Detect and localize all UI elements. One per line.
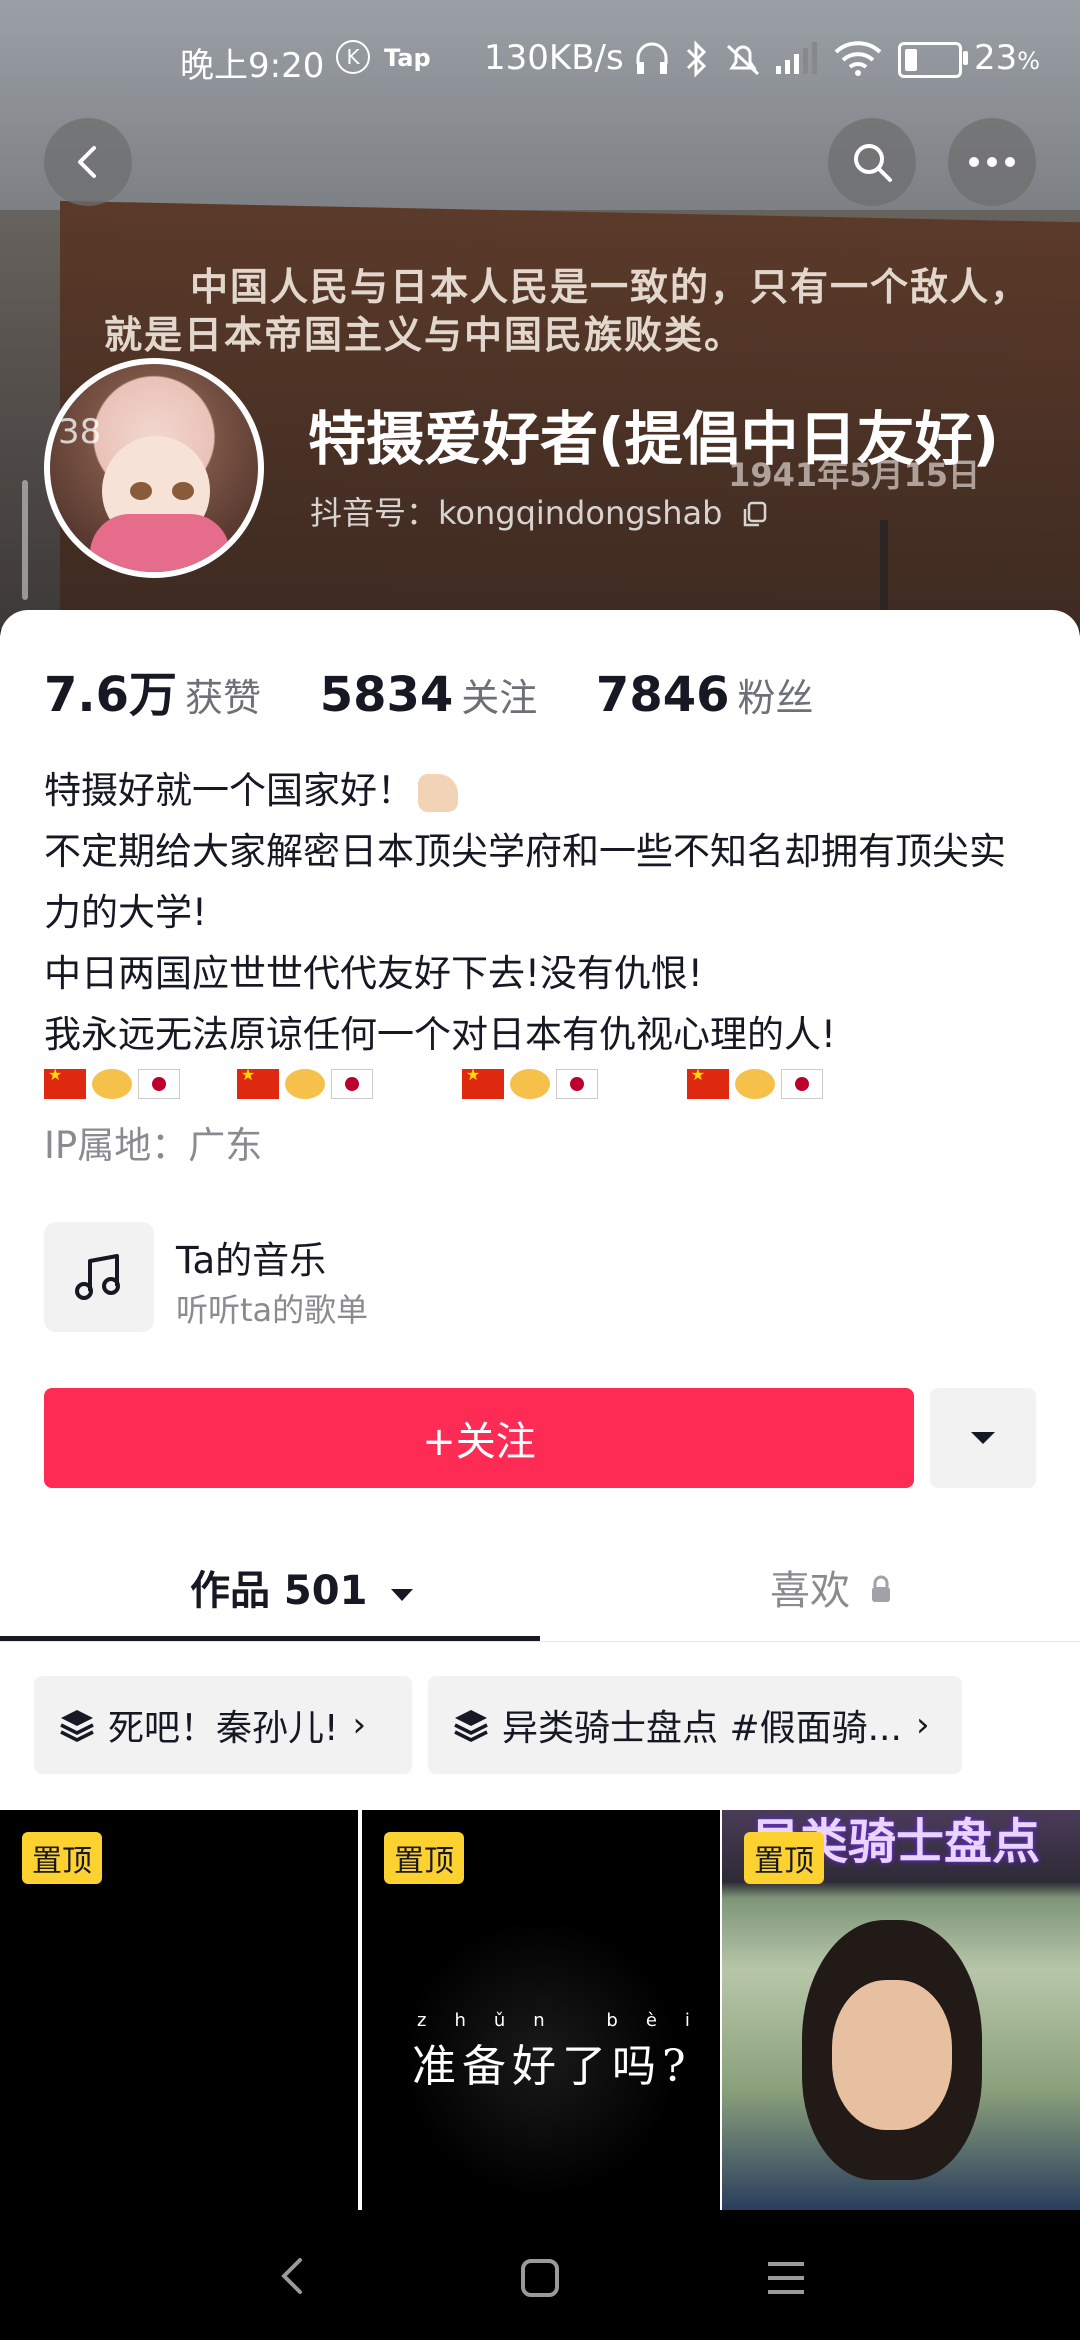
video-thumbnail[interactable]: 置顶 zhǔn bèi hǎo le ma 准备好了吗? bbox=[362, 1810, 720, 2210]
system-nav-bar bbox=[0, 2210, 1080, 2340]
video-person-face bbox=[832, 1980, 952, 2130]
pinned-badge: 置顶 bbox=[384, 1832, 464, 1884]
pinned-badge: 置顶 bbox=[22, 1832, 102, 1884]
layers-icon bbox=[60, 1710, 94, 1742]
video-caption: 准备好了吗? bbox=[412, 2041, 692, 2092]
search-button[interactable] bbox=[828, 118, 916, 206]
battery-icon bbox=[898, 42, 962, 78]
following-count[interactable]: 5834 bbox=[320, 667, 454, 723]
bio: 特摄好就一个国家好！ 不定期给大家解密日本顶尖学府和一些不知名却拥有顶尖实 力的… bbox=[44, 760, 1044, 1065]
nav-home-icon[interactable] bbox=[520, 2258, 560, 2298]
video-thumbnail[interactable]: 异类骑士盘点 置顶 bbox=[722, 1810, 1080, 2210]
background-plaque-line-1: 中国人民与日本人民是一致的，只有一个敌人， bbox=[190, 265, 1031, 309]
collection-chip-1[interactable]: 死吧！秦孙儿! › bbox=[34, 1676, 412, 1774]
japan-flag-icon bbox=[138, 1069, 180, 1099]
signal-icon bbox=[776, 42, 817, 74]
avatar-scarf bbox=[90, 514, 230, 572]
avatar[interactable]: 38 bbox=[44, 358, 264, 578]
chevron-left-icon bbox=[78, 146, 96, 178]
likes-count: 7.6万 bbox=[44, 667, 178, 723]
status-time: 晚上9:20 bbox=[180, 46, 325, 86]
china-flag-icon bbox=[44, 1065, 86, 1099]
douyin-id[interactable]: 抖音号：kongqindongshab bbox=[310, 488, 769, 534]
chevron-right-icon: › bbox=[352, 1705, 367, 1745]
caret-down-icon bbox=[971, 1432, 995, 1444]
k-app-icon: K bbox=[336, 40, 370, 74]
caret-down-icon bbox=[391, 1589, 414, 1601]
nav-back-icon[interactable] bbox=[276, 2256, 310, 2296]
avatar-overlay-number: 38 bbox=[58, 412, 102, 452]
handshake-icon bbox=[92, 1069, 132, 1099]
douyin-id-text: 抖音号：kongqindongshab bbox=[310, 494, 723, 532]
followers-label[interactable]: 粉丝 bbox=[738, 676, 814, 720]
more-dots-icon bbox=[969, 157, 1015, 167]
tab-likes-label: 喜欢 bbox=[770, 1568, 850, 1614]
japan-flag-icon bbox=[330, 1069, 373, 1099]
likes-label: 获赞 bbox=[185, 676, 262, 720]
scrollbar[interactable] bbox=[22, 480, 28, 600]
video-thumbnail[interactable]: 置顶 bbox=[0, 1810, 358, 2210]
bio-line-4: 中日两国应世世代代友好下去!没有仇恨! bbox=[44, 952, 703, 995]
battery-tip bbox=[963, 51, 968, 65]
mute-bell-icon bbox=[726, 44, 760, 76]
follow-button[interactable]: +关注 bbox=[44, 1388, 914, 1488]
profile-stats: 7.6万 获赞 5834 关注 7846 粉丝 bbox=[44, 655, 858, 725]
expand-button[interactable] bbox=[930, 1388, 1036, 1488]
headphones-icon bbox=[636, 42, 668, 74]
avatar-eye-left bbox=[130, 482, 152, 500]
music-title[interactable]: Ta的音乐 bbox=[176, 1230, 326, 1284]
thumbs-up-icon bbox=[418, 773, 458, 812]
handshake-icon bbox=[284, 1069, 325, 1099]
bio-line-1: 特摄好就一个国家好！ bbox=[44, 760, 1044, 821]
nav-menu-icon[interactable] bbox=[766, 2260, 806, 2296]
video-pinyin: zhǔn bèi hǎo le ma bbox=[417, 2010, 720, 2031]
layers-icon bbox=[454, 1710, 488, 1742]
copy-icon bbox=[743, 501, 766, 527]
follow-button-label: +关注 bbox=[422, 1419, 536, 1465]
tab-works-label: 作品 501 bbox=[190, 1568, 368, 1614]
music-button[interactable] bbox=[44, 1222, 154, 1332]
status-bar: 晚上9:20 K Tap 130KB/s 23% bbox=[0, 0, 1080, 120]
bio-line-5: 我永远无法原谅任何一个对日本有仇视心理的人! bbox=[44, 1013, 836, 1056]
tab-likes[interactable]: 喜欢 bbox=[770, 1558, 893, 1616]
following-label[interactable]: 关注 bbox=[461, 676, 537, 720]
pinned-badge: 置顶 bbox=[744, 1832, 824, 1884]
avatar-eye-right bbox=[172, 482, 194, 500]
handshake-icon bbox=[509, 1069, 550, 1099]
china-flag-icon bbox=[236, 1065, 279, 1099]
more-options-button[interactable] bbox=[948, 118, 1036, 206]
search-icon bbox=[854, 144, 892, 182]
music-note-icon bbox=[75, 1254, 120, 1300]
background-plaque-line-2: 就是日本帝国主义与中国民族败类。 bbox=[104, 313, 745, 357]
network-speed: 130KB/s bbox=[484, 38, 624, 78]
japan-flag-icon bbox=[555, 1069, 598, 1099]
ip-location: IP属地：广东 bbox=[44, 1124, 263, 1167]
music-subtitle[interactable]: 听听ta的歌单 bbox=[176, 1285, 368, 1331]
battery-percent: 23% bbox=[974, 38, 1041, 78]
bio-line-2: 不定期给大家解密日本顶尖学府和一些不知名却拥有顶尖实 bbox=[44, 830, 1006, 873]
chevron-right-icon: › bbox=[915, 1705, 930, 1745]
japan-flag-icon bbox=[780, 1069, 823, 1099]
handshake-icon bbox=[734, 1069, 775, 1099]
tab-works[interactable]: 作品 501 bbox=[190, 1558, 415, 1616]
collection-chip-label: 死吧！秦孙儿! bbox=[108, 1708, 339, 1749]
tab-divider bbox=[0, 1641, 1080, 1642]
china-flag-icon bbox=[461, 1065, 504, 1099]
followers-count[interactable]: 7846 bbox=[596, 667, 730, 723]
collection-chip-label: 异类骑士盘点 #假面骑... bbox=[502, 1708, 902, 1749]
back-button[interactable] bbox=[44, 118, 132, 206]
wifi-icon bbox=[834, 41, 882, 76]
video-grid: 置顶 置顶 zhǔn bèi hǎo le ma 准备好了吗? 异类骑士盘点 置… bbox=[0, 1810, 1080, 2210]
flags-row bbox=[44, 1062, 829, 1103]
lock-icon bbox=[871, 1575, 890, 1602]
bio-line-3: 力的大学! bbox=[44, 891, 207, 934]
profile-name: 特摄爱好者(提倡中日友好) bbox=[308, 405, 1000, 473]
tap-app-icon: Tap bbox=[384, 44, 431, 72]
china-flag-icon bbox=[686, 1065, 729, 1099]
collection-chip-2[interactable]: 异类骑士盘点 #假面骑... › bbox=[428, 1676, 962, 1774]
bluetooth-icon bbox=[686, 40, 707, 78]
